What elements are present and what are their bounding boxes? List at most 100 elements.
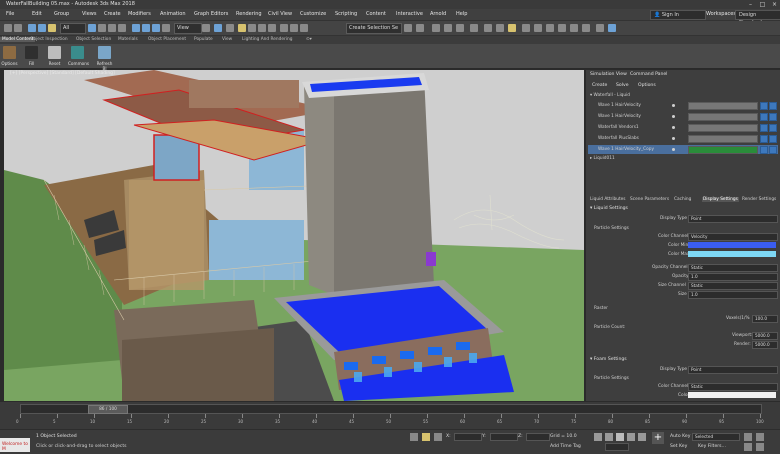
viewport-count-input[interactable]: 5000.0 — [752, 332, 778, 340]
visibility-icon[interactable] — [672, 126, 675, 129]
cache-icon[interactable] — [760, 135, 768, 143]
cache-icon[interactable] — [760, 102, 768, 110]
color-min-swatch[interactable] — [688, 242, 776, 248]
go-to-end-icon[interactable] — [638, 433, 646, 441]
edit-named-selection-icon[interactable] — [280, 24, 288, 32]
ribbon-button-refresh-bl[interactable]: Refresh Bl — [95, 45, 114, 71]
tab-simulation-view[interactable]: Simulation View — [590, 72, 627, 77]
a360-gallery-icon[interactable] — [534, 24, 542, 32]
sign-in-dropdown[interactable]: 👤 Sign In — [650, 10, 706, 20]
render-setup-icon[interactable] — [484, 24, 492, 32]
ribbon-button-commons[interactable]: Commons — [68, 45, 89, 67]
foam-display-type-dropdown[interactable]: Point — [688, 366, 778, 374]
render-production-icon[interactable] — [508, 24, 516, 32]
ribbon-tab-populate[interactable]: Populate — [194, 37, 213, 42]
previous-frame-icon[interactable] — [605, 433, 613, 441]
display-type-dropdown[interactable]: Point — [688, 215, 778, 223]
add-key-icon[interactable]: + — [652, 432, 664, 444]
redo-icon[interactable] — [14, 24, 22, 32]
menu-create[interactable]: Create — [104, 11, 121, 17]
maxscript-listener[interactable]: Welcome to M — [0, 438, 30, 452]
minimize-icon[interactable]: – — [745, 0, 756, 9]
cache-icon[interactable] — [760, 146, 768, 154]
menu-graph-editors[interactable]: Graph Editors — [194, 11, 228, 17]
visibility-icon[interactable] — [672, 137, 675, 140]
snaps-toggle-icon[interactable] — [238, 24, 246, 32]
pan-view-icon[interactable] — [744, 433, 752, 441]
ribbon-tab-materials[interactable]: Materials — [118, 37, 138, 42]
menu-edit[interactable]: Edit — [32, 11, 42, 17]
align-icon[interactable] — [300, 24, 308, 32]
menu-scripting[interactable]: Scripting — [335, 11, 357, 17]
workspace-dropdown[interactable]: Design Standard — [735, 10, 780, 26]
settings-tab-liquid-attributes[interactable]: Liquid Attributes — [590, 197, 626, 202]
menu-views[interactable]: Views — [82, 11, 96, 17]
size-input[interactable]: 1.0 — [688, 291, 778, 299]
menu-arnold[interactable]: Arnold — [430, 11, 446, 17]
absolute-mode-icon[interactable] — [434, 433, 442, 441]
menu-file[interactable]: File — [6, 11, 14, 17]
selection-filter-dropdown[interactable]: All — [60, 23, 86, 34]
render-shortcuts-icon[interactable] — [582, 24, 590, 32]
graphite-toolbar-icon[interactable] — [432, 24, 440, 32]
key-mode-dropdown[interactable]: Selected — [692, 433, 740, 441]
current-frame-input[interactable] — [605, 443, 629, 451]
ribbon-tab-object-placement[interactable]: Object Placement — [148, 37, 186, 42]
menu-solve[interactable]: Solve — [616, 83, 629, 88]
visibility-icon[interactable] — [672, 148, 675, 151]
select-by-name-icon[interactable] — [98, 24, 106, 32]
ribbon-tab-object-inspection[interactable]: Object Inspection — [30, 37, 68, 42]
link-icon[interactable] — [28, 24, 36, 32]
angle-snap-icon[interactable] — [248, 24, 256, 32]
rotate-icon[interactable] — [142, 24, 150, 32]
ribbon-options-icon[interactable]: ⊙▾ — [306, 37, 312, 42]
play-icon[interactable] — [616, 433, 624, 441]
window-crossing-icon[interactable] — [118, 24, 126, 32]
rect-selection-icon[interactable] — [108, 24, 116, 32]
time-slider-track[interactable] — [20, 404, 762, 414]
solve-icon[interactable] — [769, 102, 777, 110]
tree-item[interactable]: Wave 1 HairVelocity — [588, 112, 778, 121]
perspective-viewport[interactable] — [4, 70, 584, 401]
z-coordinate-input[interactable] — [526, 433, 550, 441]
auto-key-button[interactable]: Auto Key — [670, 434, 690, 439]
pivot-center-icon[interactable] — [202, 24, 210, 32]
customize-ui-icon[interactable] — [608, 24, 616, 32]
menu-modifiers[interactable]: Modifiers — [128, 11, 151, 17]
reference-coordinate-dropdown[interactable]: View — [174, 23, 202, 34]
close-icon[interactable]: × — [769, 0, 780, 9]
time-slider-thumb[interactable]: 86 / 100 — [88, 405, 128, 414]
environment-icon[interactable] — [546, 24, 554, 32]
menu-create[interactable]: Create — [592, 83, 607, 88]
selection-lock-icon[interactable] — [422, 433, 430, 441]
settings-tab-caching[interactable]: Caching — [674, 197, 691, 202]
solve-icon[interactable] — [769, 124, 777, 132]
named-selection-input[interactable]: Create Selection Se — [346, 23, 402, 34]
opacity-input[interactable]: 1.0 — [688, 273, 778, 281]
spinner-snap-icon[interactable] — [268, 24, 276, 32]
tree-root[interactable]: ▾ Waterfall - Liquid — [590, 93, 630, 98]
select-manipulate-icon[interactable] — [214, 24, 222, 32]
menu-rendering[interactable]: Rendering — [236, 11, 262, 17]
cache-icon[interactable] — [760, 113, 768, 121]
menu-help[interactable]: Help — [456, 11, 467, 17]
menu-content[interactable]: Content — [366, 11, 386, 17]
key-filters-button[interactable]: Key Filters... — [698, 444, 726, 449]
percent-snap-icon[interactable] — [258, 24, 266, 32]
curve-editor-icon[interactable] — [444, 24, 452, 32]
isolate-icon[interactable] — [410, 433, 418, 441]
cache-icon[interactable] — [760, 124, 768, 132]
tree-item[interactable]: Waterfall PlusSlabs — [588, 134, 778, 143]
menu-customize[interactable]: Customize — [300, 11, 326, 17]
zoom-icon[interactable] — [744, 443, 752, 451]
render-count-input[interactable]: 5000.0 — [752, 341, 778, 349]
foam-color-channel-dropdown[interactable]: Static — [688, 383, 778, 391]
unlink-icon[interactable] — [38, 24, 46, 32]
render-in-cloud-icon[interactable] — [522, 24, 530, 32]
material-editor-icon[interactable] — [470, 24, 478, 32]
color-channel-dropdown[interactable]: Velocity — [688, 233, 778, 241]
foam-settings-header[interactable]: ▾ Foam Settings — [590, 357, 627, 362]
size-channel-dropdown[interactable]: Static — [688, 282, 778, 290]
liquid-settings-header[interactable]: ▾ Liquid Settings — [590, 206, 628, 211]
menu-animation[interactable]: Animation — [160, 11, 186, 17]
